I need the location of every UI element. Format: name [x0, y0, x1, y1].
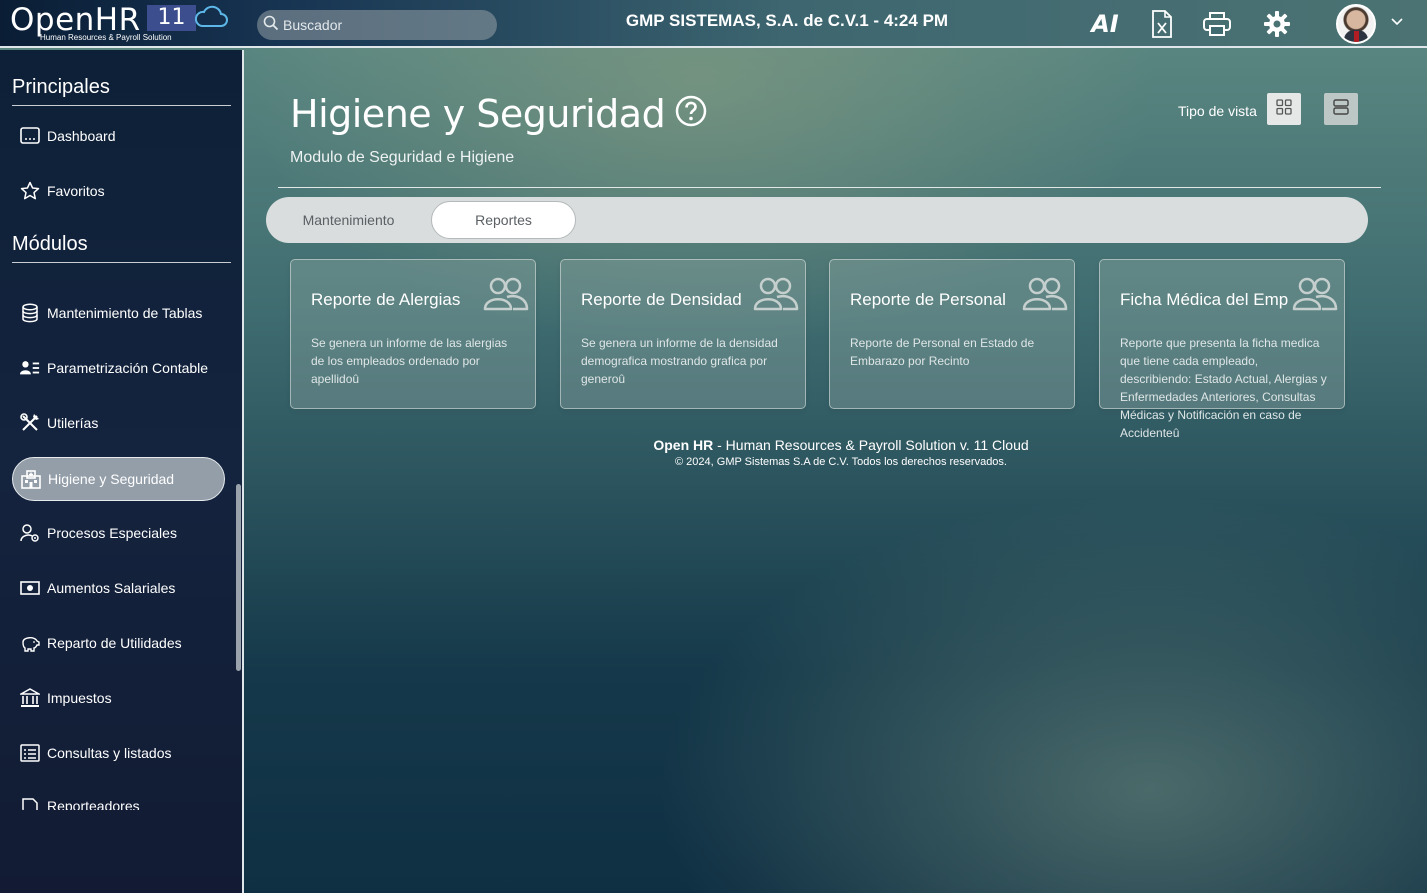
card-description: Se genera un informe de la densidad demo…: [581, 336, 778, 386]
footer-brand: Open HR: [653, 437, 714, 453]
search-icon: [263, 15, 279, 36]
card-description: Reporte que presenta la ficha medica que…: [1120, 336, 1327, 440]
page-title: Higiene y Seguridad: [290, 92, 707, 136]
card-description: Reporte de Personal en Estado de Embaraz…: [850, 336, 1035, 368]
logo-version: 11: [147, 5, 196, 31]
users-icon: [1292, 276, 1338, 317]
ai-icon[interactable]: AI: [1088, 8, 1122, 40]
sidebar-item-label: Higiene y Seguridad: [48, 471, 175, 487]
avatar[interactable]: [1336, 4, 1376, 44]
sidebar-item-consultas-listados[interactable]: Consultas y listados: [12, 731, 225, 775]
footer-product-line: Open HR - Human Resources & Payroll Solu…: [560, 437, 1122, 453]
user-gear-icon: [20, 523, 40, 543]
printer-icon[interactable]: [1200, 8, 1234, 40]
star-icon: [20, 181, 40, 201]
footer: Open HR - Human Resources & Payroll Solu…: [560, 437, 1122, 468]
sidebar-item-label: Reparto de Utilidades: [47, 635, 182, 651]
sidebar-item-higiene-seguridad[interactable]: Higiene y Seguridad: [12, 457, 225, 501]
report-card-ficha-medica[interactable]: Ficha Médica del Emp Reporte que present…: [1099, 259, 1345, 440]
file-icon: [20, 798, 40, 810]
footer-copyright: © 2024, GMP Sistemas S.A de C.V. Todos l…: [675, 456, 1007, 468]
hospital-icon: [21, 469, 41, 489]
logo-tagline: Human Resources & Payroll Solution: [40, 33, 172, 42]
sidebar-item-dashboard[interactable]: Dashboard: [12, 114, 225, 158]
search-box[interactable]: [257, 10, 497, 40]
list-view-button[interactable]: [1324, 93, 1358, 125]
sidebar-item-label: Mantenimiento de Tablas: [47, 305, 203, 321]
sidebar-item-label: Consultas y listados: [47, 745, 172, 761]
sidebar-item-reparto-utilidades[interactable]: Reparto de Utilidades: [12, 621, 225, 665]
sidebar-section-principales: Principales: [12, 76, 231, 106]
database-icon: [20, 303, 40, 323]
card-title: Reporte de Alergias: [311, 290, 461, 309]
sidebar-item-label: Utilerías: [47, 415, 99, 431]
dashboard-icon: [20, 126, 40, 146]
sidebar-item-reporteadores[interactable]: Reporteadores: [12, 786, 225, 810]
sidebar-item-label: Procesos Especiales: [47, 525, 177, 541]
page-subtitle: Modulo de Seguridad e Higiene: [290, 149, 515, 166]
tab-mantenimiento[interactable]: Mantenimiento: [286, 201, 411, 239]
sidebar-item-procesos-especiales[interactable]: Procesos Especiales: [12, 511, 225, 555]
gear-icon[interactable]: [1260, 8, 1294, 40]
help-icon[interactable]: [675, 92, 707, 136]
top-bar: OpenHR 11 Human Resources & Payroll Solu…: [0, 0, 1427, 48]
report-card-densidad[interactable]: Reporte de Densidad Se genera un informe…: [560, 259, 806, 409]
sidebar-item-label: Parametrización Contable: [47, 360, 209, 376]
search-input[interactable]: [283, 17, 483, 33]
users-icon: [1022, 276, 1068, 317]
sidebar-item-label: Dashboard: [47, 128, 116, 144]
card-title: Reporte de Densidad: [581, 290, 742, 309]
chevron-down-icon[interactable]: [1389, 14, 1405, 35]
app-logo[interactable]: OpenHR 11 Human Resources & Payroll Solu…: [10, 2, 232, 46]
tab-reportes[interactable]: Reportes: [431, 201, 576, 239]
card-title: Ficha Médica del Emp: [1120, 290, 1289, 309]
card-description: Se genera un informe de las alergias de …: [311, 336, 508, 386]
sidebar-item-parametrizacion-contable[interactable]: Parametrización Contable: [12, 346, 225, 390]
card-title: Reporte de Personal: [850, 290, 1006, 309]
excel-icon[interactable]: [1145, 8, 1179, 40]
sidebar-item-mantenimiento-tablas[interactable]: Mantenimiento de Tablas: [12, 291, 225, 335]
grid-icon: [1275, 98, 1293, 121]
page-title-text: Higiene y Seguridad: [290, 92, 666, 136]
list-view-icon: [1332, 98, 1350, 121]
sidebar: Principales Dashboard Favoritos Módulos …: [0, 50, 244, 893]
sidebar-scrollbar[interactable]: [236, 484, 241, 671]
sidebar-item-favoritos[interactable]: Favoritos: [12, 169, 225, 213]
piggy-bank-icon: [20, 633, 40, 653]
tools-icon: [20, 413, 40, 433]
money-icon: [20, 578, 40, 598]
report-card-personal[interactable]: Reporte de Personal Reporte de Personal …: [829, 259, 1075, 409]
sidebar-item-label: Impuestos: [47, 690, 112, 706]
sidebar-item-impuestos[interactable]: Impuestos: [12, 676, 225, 720]
sidebar-item-aumentos-salariales[interactable]: Aumentos Salariales: [12, 566, 225, 610]
sidebar-item-label: Aumentos Salariales: [47, 580, 176, 596]
sidebar-section-modulos: Módulos: [12, 233, 231, 263]
user-list-icon: [20, 358, 40, 378]
cloud-icon: [193, 4, 229, 35]
report-card-alergias[interactable]: Reporte de Alergias Se genera un informe…: [290, 259, 536, 409]
list-icon: [20, 743, 40, 763]
company-and-time: GMP SISTEMAS, S.A. de C.V.1 - 4:24 PM: [625, 11, 949, 30]
grid-view-button[interactable]: [1267, 93, 1301, 125]
view-type-label: Tipo de vista: [1178, 103, 1257, 119]
footer-product: - Human Resources & Payroll Solution v. …: [713, 437, 1029, 453]
sidebar-item-label: Favoritos: [47, 183, 105, 199]
header-divider: [278, 187, 1381, 188]
tab-bar: Mantenimiento Reportes: [266, 197, 1368, 243]
users-icon: [753, 276, 799, 317]
sidebar-item-label: Reporteadores: [47, 798, 140, 810]
sidebar-item-utilerias[interactable]: Utilerías: [12, 401, 225, 445]
users-icon: [483, 276, 529, 317]
bank-icon: [20, 688, 40, 708]
